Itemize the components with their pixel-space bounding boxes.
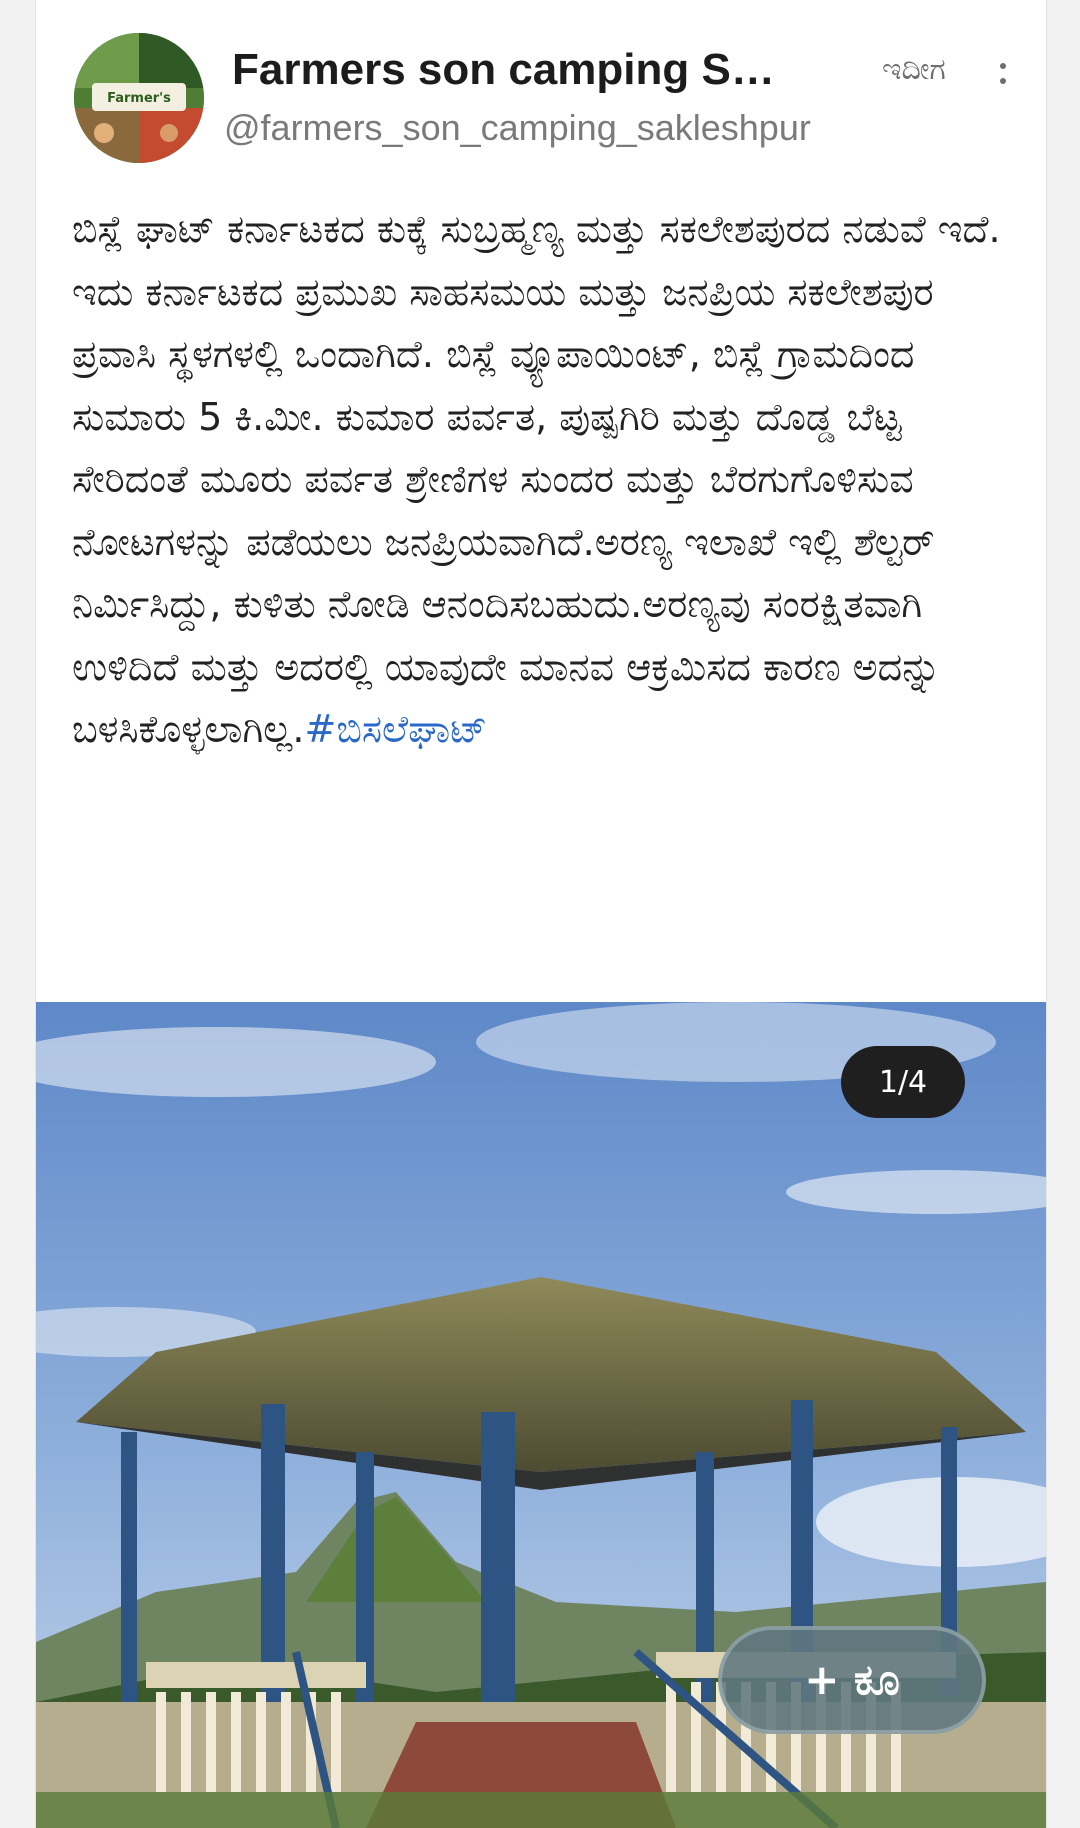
follow-button[interactable]: + ಕೂ (718, 1626, 986, 1734)
media-counter: 1/4 (841, 1046, 965, 1118)
svg-text:Farmer's: Farmer's (107, 91, 171, 106)
display-name[interactable]: Farmers son camping Sakl... (232, 45, 792, 95)
post-body: ಬಿಸ್ಲೆ ಘಾಟ್ ಕರ್ನಾಟಕದ ಕುಕ್ಕೆ ಸುಬ್ರಹ್ಮಣ್ಯ … (72, 198, 1022, 761)
avatar-image: Farmer's (74, 33, 204, 163)
post-card: Farmer's Farmers son camping Sakl... @fa… (35, 0, 1047, 1828)
avatar[interactable]: Farmer's (74, 33, 204, 163)
timestamp: ಇದೀಗ (882, 52, 946, 87)
user-handle[interactable]: @farmers_son_camping_sakleshpur (224, 107, 811, 149)
hashtag-link[interactable]: #ಬಿಸಲೆಘಾಟ್ (304, 707, 487, 751)
post-body-text: ಬಿಸ್ಲೆ ಘಾಟ್ ಕರ್ನಾಟಕದ ಕುಕ್ಕೆ ಸುಬ್ರಹ್ಮಣ್ಯ … (72, 207, 1001, 751)
more-vertical-icon[interactable] (988, 48, 1018, 98)
